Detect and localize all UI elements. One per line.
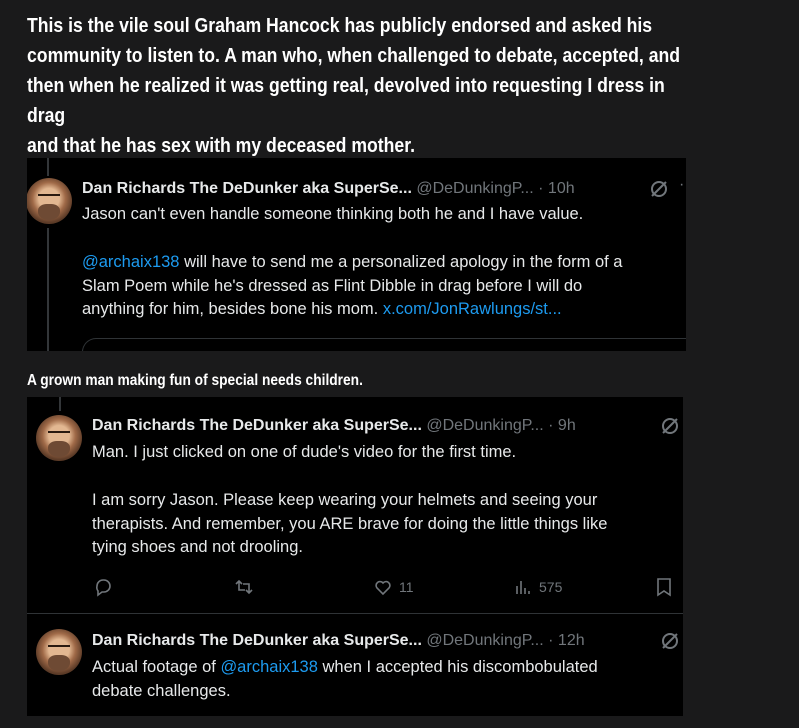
mention-link[interactable]: @archaix138: [82, 253, 179, 271]
tweet-screenshot-1: Dan Richards The DeDunker aka SuperSe...…: [27, 158, 686, 351]
tweet-text: Actual footage of @archaix138 when I acc…: [92, 656, 682, 703]
bookmark-button[interactable]: [655, 577, 673, 597]
tweet-text-line1: Jason can't even handle someone thinking…: [82, 205, 584, 223]
avatar[interactable]: [36, 629, 82, 675]
repost-icon: [235, 579, 253, 595]
thread-connector: [59, 397, 61, 411]
timestamp[interactable]: · 9h: [548, 417, 576, 434]
quoted-card-edge[interactable]: [82, 338, 686, 351]
avatar[interactable]: [36, 415, 82, 461]
view-count: 575: [539, 579, 563, 595]
tweet-text: @archaix138 will have to send me a perso…: [82, 251, 686, 322]
reply-icon: [96, 579, 111, 597]
tweet-text-body: I am sorry Jason. Please keep wearing yo…: [92, 491, 608, 556]
tweet-text-prefix: Actual footage of: [92, 658, 221, 676]
grok-icon[interactable]: [660, 416, 680, 436]
timestamp[interactable]: · 10h: [538, 180, 574, 197]
avatar[interactable]: [27, 178, 72, 224]
tweet-separator: [27, 613, 683, 614]
caption-text: A grown man making fun of special needs …: [27, 372, 363, 389]
repost-button[interactable]: [233, 577, 255, 597]
views-button[interactable]: 575: [513, 577, 562, 597]
tweet-screenshot-2: Dan Richards The DeDunker aka SuperSe...…: [27, 397, 683, 716]
bookmark-icon: [657, 578, 671, 597]
more-icon[interactable]: ·: [679, 176, 684, 194]
display-name[interactable]: Dan Richards The DeDunker aka SuperSe...: [82, 180, 412, 197]
handle[interactable]: @DeDunkingP...: [426, 417, 543, 434]
like-button[interactable]: 11: [373, 577, 414, 597]
tweet-header: Dan Richards The DeDunker aka SuperSe...…: [92, 631, 585, 651]
handle[interactable]: @DeDunkingP...: [416, 180, 533, 197]
display-name[interactable]: Dan Richards The DeDunker aka SuperSe...: [92, 417, 422, 434]
post-intro-text: This is the vile soul Graham Hancock has…: [27, 14, 681, 157]
tweet-header: Dan Richards The DeDunker aka SuperSe...…: [92, 416, 576, 436]
thread-connector: [47, 158, 49, 176]
url-link[interactable]: x.com/JonRawlungs/st...: [383, 300, 562, 318]
mention-link[interactable]: @archaix138: [220, 658, 317, 676]
grok-icon[interactable]: [649, 179, 669, 199]
thread-connector: [47, 228, 49, 351]
tweet-header: Dan Richards The DeDunker aka SuperSe...…: [82, 179, 575, 199]
heart-icon: [375, 580, 391, 596]
tweet-text-line1: Man. I just clicked on one of dude's vid…: [92, 443, 517, 461]
reply-button[interactable]: [93, 577, 113, 597]
like-count: 11: [399, 579, 414, 595]
display-name[interactable]: Dan Richards The DeDunker aka SuperSe...: [92, 632, 422, 649]
handle[interactable]: @DeDunkingP...: [426, 632, 543, 649]
grok-icon[interactable]: [660, 631, 680, 651]
timestamp[interactable]: · 12h: [548, 632, 584, 649]
views-icon: [516, 581, 530, 594]
